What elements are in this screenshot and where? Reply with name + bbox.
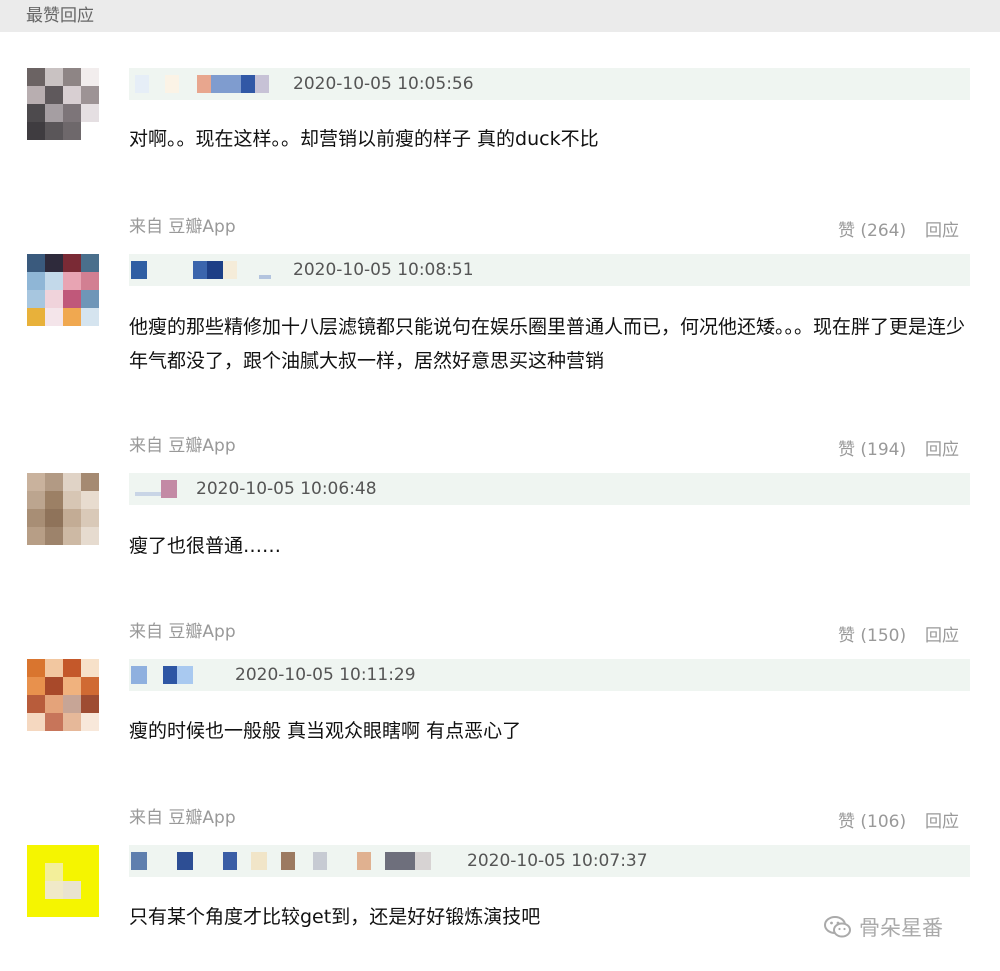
- avatar[interactable]: [27, 254, 99, 326]
- avatar[interactable]: [27, 845, 99, 917]
- comment-timestamp: 2020-10-05 10:11:29: [235, 665, 416, 685]
- username-redacted[interactable]: [131, 852, 441, 870]
- section-title: 最赞回应: [0, 0, 1000, 32]
- watermark-text: 骨朵星番: [859, 916, 943, 940]
- comment-meta-bar: 2020-10-05 10:11:29: [129, 659, 970, 691]
- comment-meta-bar: 2020-10-05 10:06:48: [129, 473, 970, 505]
- username-redacted[interactable]: [131, 666, 195, 684]
- username-redacted[interactable]: [135, 75, 269, 93]
- like-button[interactable]: 赞 (264): [838, 216, 906, 241]
- comment-timestamp: 2020-10-05 10:08:51: [293, 260, 474, 280]
- comment-source: 来自 豆瓣App: [129, 808, 236, 828]
- watermark: 骨朵星番: [823, 912, 943, 942]
- comment-text: 瘦了也很普通……: [129, 535, 282, 557]
- comment-text: 他瘦的那些精修加十八层滤镜都只能说句在娱乐圈里普通人而已，何况他还矮。。。现在胖…: [129, 316, 966, 372]
- avatar[interactable]: [27, 68, 99, 140]
- comment-source: 来自 豆瓣App: [129, 436, 236, 456]
- comment-meta-bar: 2020-10-05 10:07:37: [129, 845, 970, 877]
- username-redacted[interactable]: [131, 261, 271, 279]
- comment-text: 对啊。。现在这样。。却营销以前瘦的样子 真的duck不比: [129, 128, 599, 150]
- comment-source: 来自 豆瓣App: [129, 622, 236, 642]
- like-button[interactable]: 赞 (150): [838, 621, 906, 646]
- avatar[interactable]: [27, 659, 99, 731]
- comment-meta-bar: 2020-10-05 10:05:56: [129, 68, 970, 100]
- comment-timestamp: 2020-10-05 10:05:56: [293, 74, 474, 94]
- comment-meta-bar: 2020-10-05 10:08:51: [129, 254, 970, 286]
- avatar[interactable]: [27, 473, 99, 545]
- comment-text: 瘦的时候也一般般 真当观众眼瞎啊 有点恶心了: [129, 720, 522, 742]
- reply-button[interactable]: 回应: [925, 621, 959, 646]
- comment-timestamp: 2020-10-05 10:06:48: [196, 479, 377, 499]
- wechat-icon: [824, 916, 851, 938]
- like-button[interactable]: 赞 (194): [838, 435, 906, 460]
- username-redacted[interactable]: [131, 480, 177, 498]
- like-button[interactable]: 赞 (106): [838, 807, 906, 832]
- reply-button[interactable]: 回应: [925, 807, 959, 832]
- reply-button[interactable]: 回应: [925, 216, 959, 241]
- comment-source: 来自 豆瓣App: [129, 217, 236, 237]
- reply-button[interactable]: 回应: [925, 435, 959, 460]
- comment-timestamp: 2020-10-05 10:07:37: [467, 851, 648, 871]
